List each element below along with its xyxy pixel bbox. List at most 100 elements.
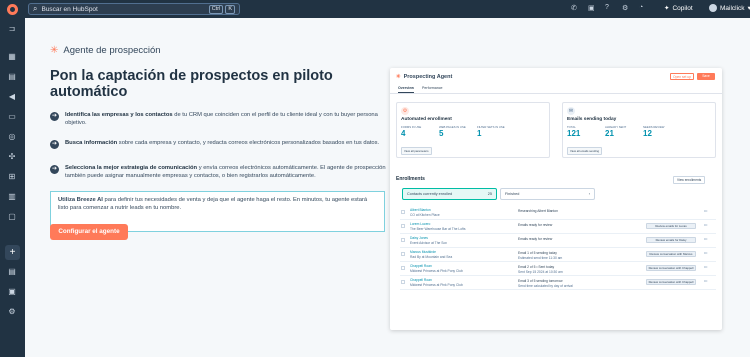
copilot-label: Copilot [672,4,693,12]
contact-company: The Beer Warehouse Bar at The Lofts [410,227,466,231]
more-icon: ••• [704,209,708,213]
toggle-finished: Finished › [500,188,595,200]
contact-company: Midwest Princess at Pink Pony Club [410,283,463,287]
tab-overview: Overview [398,86,414,93]
help-icon[interactable]: ? [605,4,609,11]
automation-icon[interactable]: ⊞ [7,172,17,182]
preview-tabs: Overview Performance [398,86,443,93]
data-management-icon[interactable]: ▢ [7,212,17,222]
row-status: Email 1 of 5 sending today [518,251,557,255]
row-action-button: Review emails for Daisy [646,237,696,243]
view-emails-button: View all emails sending [567,147,603,155]
hubspot-logo[interactable] [7,4,18,15]
marketing-icon[interactable]: ◀ [7,92,17,102]
toggle-enrolled-label: Contacts currently enrolled [407,192,453,196]
contact-name: Marcus Mustkirde [410,250,437,254]
table-row: Chappell Roan Midwest Princess at Pink P… [400,276,716,290]
marketplace-icon[interactable]: ▣ [588,4,595,12]
more-icon: ••• [704,251,708,255]
feature-item: ➔ Selecciona la mejor estrategia de comu… [50,164,390,180]
row-status: Emails ready for review [518,237,553,241]
feature-text: Identifica las empresas y los contactos … [65,112,378,126]
copilot-sparkle-icon: ✦ [664,5,670,12]
top-navigation-bar: ⌕ Buscar en HubSpot Ctrl K ✆ ▣ ? ⚙ ◔ ✦ C… [0,0,750,18]
enrollments-title: Enrollments [396,176,425,182]
row-checkbox [401,252,405,256]
phone-icon[interactable]: ✆ [571,4,577,12]
contact-name: Chappell Roan [410,278,432,282]
bookmarks-icon[interactable]: ⊐ [7,24,17,34]
contact-name: Lorem Lucero [410,222,431,226]
settings-sidebar-icon[interactable]: ⚙ [7,307,17,317]
feature-text: Selecciona la mejor estrategia de comuni… [65,165,386,179]
toggle-finished-label: Finished [505,192,520,196]
row-action-button: Review conversation with Marcus [646,251,696,257]
workspaces-icon[interactable]: ▦ [7,52,17,62]
library-icon[interactable]: ▤ [7,267,17,277]
enrollment-icon: ⚙ [401,107,409,115]
content-icon[interactable]: ▭ [7,112,17,122]
search-icon: ⌕ [33,4,38,13]
toggle-enrolled-count: 25 [487,192,492,196]
contact-company: CO at Kitchen Place [410,213,440,217]
contact-company: Event Advisor at The Sox [410,241,447,245]
contact-name: Chappell Roan [410,264,432,268]
page-header: ✳ Agente de prospección [50,45,161,56]
settings-icon[interactable]: ⚙ [622,4,628,12]
copilot-button[interactable]: ✦ Copilot [664,4,693,13]
reporting-icon[interactable]: ▥ [7,192,17,202]
row-checkbox [401,266,405,270]
chevron-right-icon: › [588,192,590,196]
card-title: Emails sending today [567,117,617,122]
account-menu[interactable]: Mailclick ▾ [709,4,750,12]
stat-value: 1 [477,129,482,138]
feature-item: ➔ Busca información sobre cada empresa y… [50,139,390,149]
contacts-icon[interactable]: ▤ [7,72,17,82]
agent-sparkle-icon: ✳ [396,74,401,80]
row-status: Emails ready for review [518,223,553,227]
view-parameters-button: View all parameters [401,147,432,155]
table-row: Marcus Mustkirde Rad By at Mountain and … [400,248,716,262]
email-icon: ✉ [567,107,575,115]
preview-header: ✳ Prospecting Agent [396,74,452,80]
row-action-button: Review conversation with Chappell [646,265,696,271]
stat-value: 21 [605,129,614,138]
preview-title: Prospecting Agent [403,74,453,80]
view-enrollments-button: View enrollments [673,176,706,184]
row-checkbox [401,238,405,242]
configure-agent-button[interactable]: Configurar el agente [50,224,128,240]
table-row: Daisy Jones Event Advisor at The Sox Ema… [400,234,716,248]
page-title: Agente de prospección [63,45,161,56]
table-row: Chappell Roan Midwest Princess at Pink P… [400,262,716,276]
row-status: Email 2 of 5 • Sent today [518,265,555,269]
commerce-icon[interactable]: ▣ [7,287,17,297]
service-icon[interactable]: ✣ [7,152,17,162]
tab-performance: Performance [421,86,443,90]
preview-primary-button: Save [697,73,715,80]
stat-value: 5 [439,129,444,138]
row-action-button: Review conversation with Chappell [646,279,696,285]
arrow-right-icon: ➔ [50,140,59,149]
row-status: Email 3 of 5 sending tomorrow [518,279,563,283]
row-checkbox [401,280,405,284]
row-status-detail: Estimated send time 11:30 am [518,256,563,260]
table-row: Albert Blanton CO at Kitchen Place Resea… [400,206,716,220]
sales-icon[interactable]: ◎ [7,132,17,142]
search-placeholder: Buscar en HubSpot [41,5,98,13]
more-icon: ••• [704,279,708,283]
breeze-add-icon[interactable]: + [5,245,20,260]
stat-value: 121 [567,129,581,138]
contact-company: Midwest Princess at Pink Pony Club [410,269,463,273]
arrow-right-icon: ➔ [50,112,59,121]
row-action-button: Review emails for Lucas [646,223,696,229]
row-status-detail: Sent Sep 15 2024 at 10:30 am [518,270,563,274]
contact-name: Daisy Jones [410,236,428,240]
search-input[interactable]: ⌕ Buscar en HubSpot Ctrl K [28,3,240,15]
row-status: Researching Albert Blanton [518,209,558,213]
contact-name: Albert Blanton [410,208,431,212]
hero-headline: Pon la captación de prospectos en piloto… [50,68,333,100]
more-icon: ••• [704,237,708,241]
more-icon: ••• [704,265,708,269]
notifications-icon[interactable]: ◔ [639,4,643,11]
tab-divider [390,93,722,94]
